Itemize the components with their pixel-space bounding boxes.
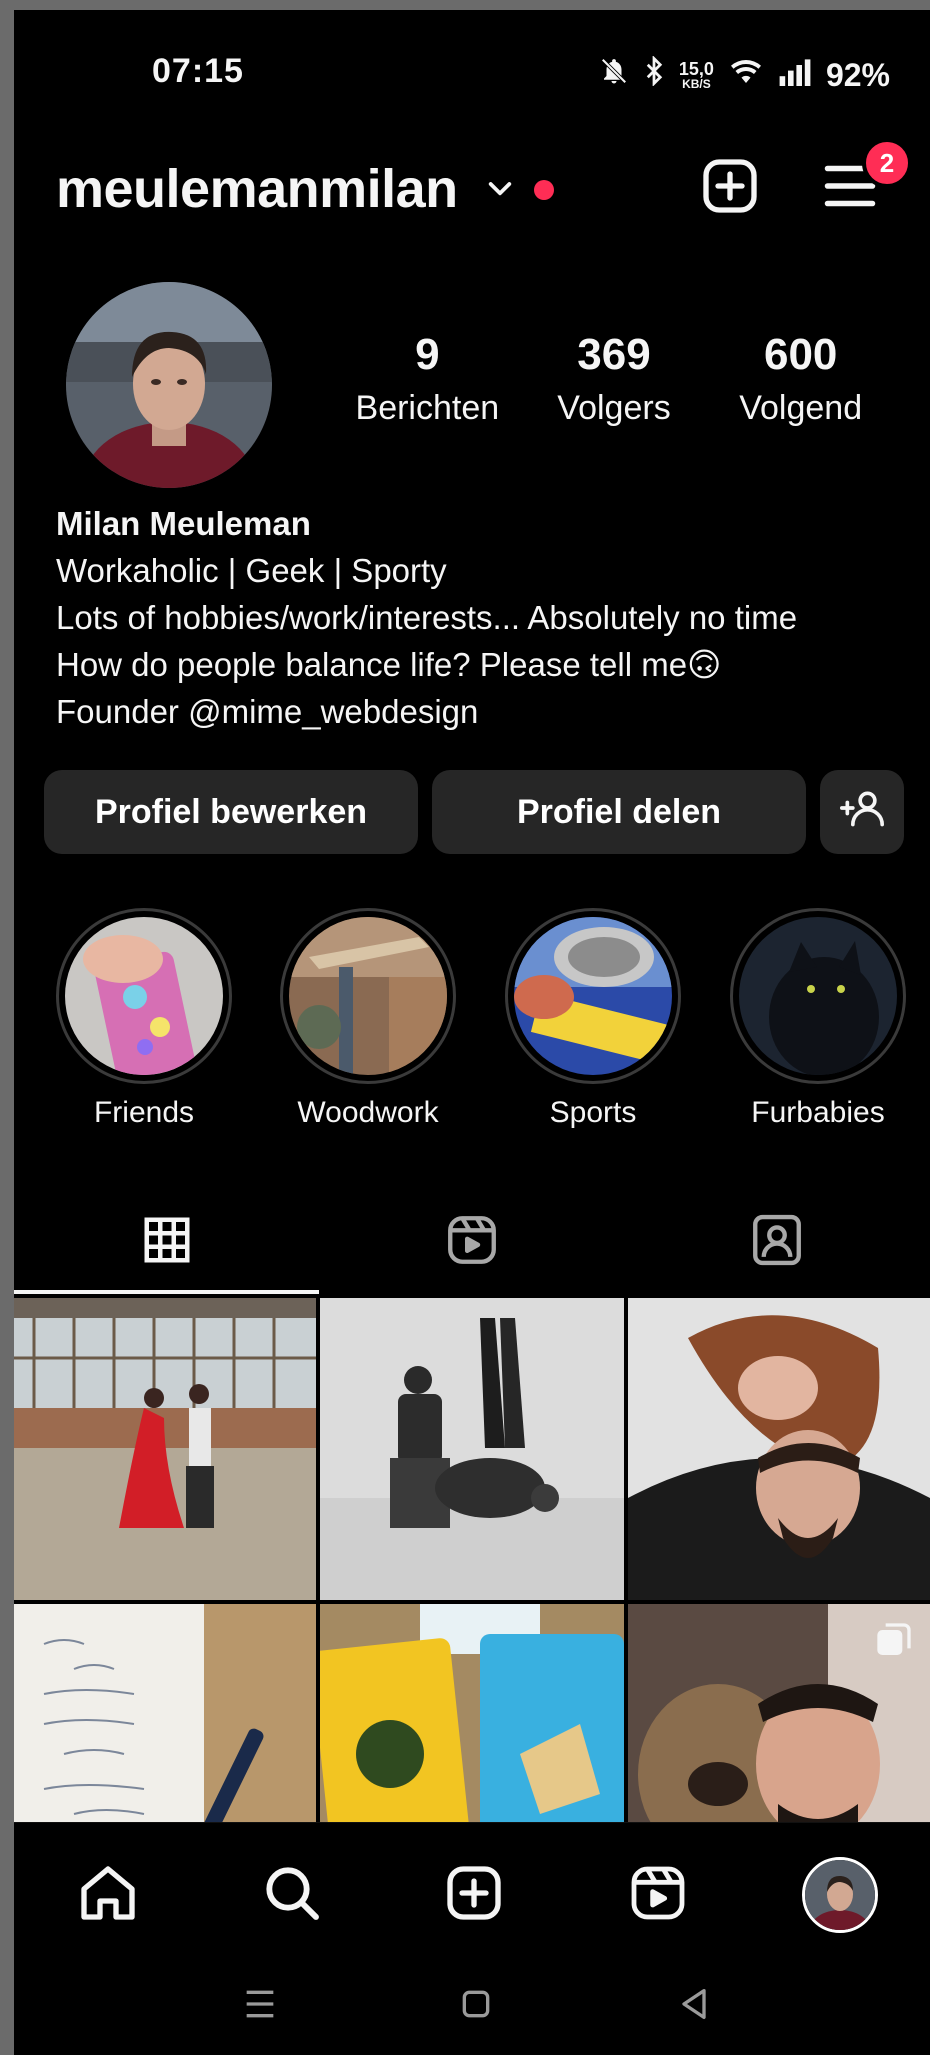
status-bar: 07:15 15,0 KB/S 92% xyxy=(14,10,930,130)
stat-value: 369 xyxy=(577,330,651,379)
profile-bio: Milan Meuleman Workaholic | Geek | Sport… xyxy=(56,500,916,735)
chevron-down-icon[interactable] xyxy=(484,172,516,209)
highlight-ring xyxy=(505,908,681,1084)
highlight-friends[interactable]: Friends xyxy=(54,908,234,1130)
story-highlights: Friends Woodwork Sports Furbabies xyxy=(14,908,930,1138)
bio-line: How do people balance life? Please tell … xyxy=(56,646,722,683)
active-tab-indicator xyxy=(14,1290,319,1294)
back-icon[interactable] xyxy=(674,1984,714,2029)
home-button-icon[interactable] xyxy=(456,1984,496,2029)
profile-tab-avatar[interactable] xyxy=(802,1857,878,1933)
highlight-ring xyxy=(730,908,906,1084)
status-time: 07:15 xyxy=(152,52,244,90)
edit-profile-button[interactable]: Profiel bewerken xyxy=(44,770,418,854)
highlight-label: Sports xyxy=(549,1096,637,1129)
stat-label: Berichten xyxy=(355,389,500,427)
mute-notifications-icon xyxy=(599,56,629,94)
home-icon[interactable] xyxy=(76,1861,140,1930)
network-speed-unit: KB/S xyxy=(682,77,711,91)
highlight-label: Woodwork xyxy=(297,1096,439,1129)
bio-line: Lots of hobbies/work/interests... Absolu… xyxy=(56,599,798,636)
tagged-icon xyxy=(748,1211,806,1274)
following-stat[interactable]: 600 Volgend xyxy=(707,330,894,430)
highlight-label: Friends xyxy=(93,1096,195,1129)
bio-line-founder[interactable]: Founder @mime_webdesign xyxy=(56,688,916,735)
post-thumbnail[interactable] xyxy=(320,1298,624,1600)
battery-percentage: 92% xyxy=(825,56,890,93)
status-icons: 15,0 KB/S 92% xyxy=(599,55,890,94)
highlight-cover xyxy=(289,917,447,1075)
stat-label: Volgend xyxy=(739,389,863,427)
stat-value: 9 xyxy=(415,330,440,379)
account-username[interactable]: meulemanmilan xyxy=(56,158,458,220)
followers-stat[interactable]: 369 Volgers xyxy=(521,330,708,430)
create-icon[interactable] xyxy=(442,1861,506,1930)
share-profile-button[interactable]: Profiel delen xyxy=(432,770,806,854)
highlight-ring xyxy=(280,908,456,1084)
highlight-furbabies[interactable]: Furbabies xyxy=(728,908,908,1130)
highlight-cover xyxy=(739,917,897,1075)
reels-icon[interactable] xyxy=(626,1861,690,1930)
wifi-icon xyxy=(728,56,764,94)
highlight-cover xyxy=(65,917,223,1075)
phone-screen: 07:15 15,0 KB/S 92% meulemanmilan 2 9 Be… xyxy=(14,10,930,2055)
profile-header: meulemanmilan 2 xyxy=(14,138,930,230)
profile-actions: Profiel bewerken Profiel delen xyxy=(44,770,916,854)
highlight-label: Furbabies xyxy=(751,1096,885,1129)
system-navigation xyxy=(14,1962,930,2055)
create-post-icon[interactable] xyxy=(698,154,762,223)
network-speed: 15,0 KB/S xyxy=(679,60,714,90)
highlight-ring xyxy=(56,908,232,1084)
tab-reels[interactable] xyxy=(319,1190,624,1294)
posts-stat[interactable]: 9 Berichten xyxy=(334,330,521,430)
signal-icon xyxy=(778,57,812,94)
profile-tabs xyxy=(14,1190,930,1294)
posts-grid xyxy=(14,1298,930,1906)
stat-label: Volgers xyxy=(557,389,671,427)
grid-icon xyxy=(140,1213,194,1272)
recent-apps-icon[interactable] xyxy=(240,1984,280,2029)
stat-value: 600 xyxy=(763,330,838,379)
bluetooth-icon xyxy=(643,55,665,94)
post-thumbnail[interactable] xyxy=(14,1298,316,1600)
bottom-navigation xyxy=(14,1822,930,1962)
carousel-icon xyxy=(874,1620,914,1660)
profile-name: Milan Meuleman xyxy=(56,505,311,542)
post-thumbnail[interactable] xyxy=(628,1298,930,1600)
network-speed-value: 15,0 xyxy=(678,59,714,79)
bio-line: Workaholic | Geek | Sporty xyxy=(56,552,447,589)
profile-stats: 9 Berichten 369 Volgers 600 Volgend xyxy=(334,330,894,430)
tab-tagged[interactable] xyxy=(624,1190,929,1294)
highlight-sports[interactable]: Sports xyxy=(503,908,683,1130)
highlight-cover xyxy=(514,917,672,1075)
highlight-woodwork[interactable]: Woodwork xyxy=(278,908,458,1130)
discover-people-button[interactable] xyxy=(820,770,904,854)
unread-dot xyxy=(534,180,554,200)
notification-badge: 2 xyxy=(862,138,912,188)
add-person-icon xyxy=(840,786,884,839)
tab-posts[interactable] xyxy=(14,1190,319,1294)
reels-icon xyxy=(443,1211,501,1274)
profile-avatar[interactable] xyxy=(66,282,272,488)
search-icon[interactable] xyxy=(260,1861,324,1930)
